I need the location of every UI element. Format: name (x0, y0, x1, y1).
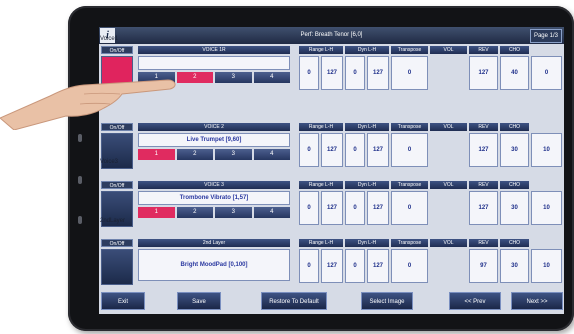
param-header: VOL (430, 46, 467, 54)
tablet-side-button (78, 176, 82, 184)
param-value[interactable]: 127 (469, 133, 498, 167)
param-value[interactable]: 127 (367, 133, 389, 167)
page-indicator: Page 1/3 (529, 29, 562, 43)
param-value[interactable]: 0 (391, 56, 428, 90)
param-header: REV (469, 46, 498, 54)
param-value[interactable]: 127 (367, 56, 389, 90)
param-value[interactable]: 127 (367, 249, 389, 283)
param-value[interactable]: 10 (531, 249, 562, 283)
part-tab[interactable]: 3 (215, 72, 252, 83)
param-value[interactable]: 0 (345, 249, 365, 283)
param-header: Dyn L-H (345, 123, 389, 131)
voice-row: On/Off VOICE 2 Live Trumpet [9,60] 1 2 3 4 Rang… (99, 123, 564, 177)
section-label: Voice3 (100, 159, 119, 165)
part-tab[interactable]: 4 (253, 72, 290, 83)
param-header: Dyn L-H (345, 181, 389, 189)
param-header: Transpose (391, 239, 428, 247)
part-tab[interactable]: 2 (176, 72, 213, 83)
param-value[interactable]: 127 (321, 133, 343, 167)
param-value[interactable]: 10 (531, 191, 562, 225)
param-header: REV (469, 181, 498, 189)
param-header: Transpose (391, 123, 428, 131)
tablet-side-button (78, 216, 82, 224)
param-header: Range L-H (299, 46, 343, 54)
onoff-label: On/Off (101, 239, 133, 247)
param-header: Range L-H (299, 123, 343, 131)
param-value[interactable]: 30 (500, 133, 529, 167)
param-value[interactable]: 30 (500, 249, 529, 283)
param-value[interactable]: 127 (321, 56, 343, 90)
part-tab[interactable]: 1 (138, 149, 175, 160)
param-value[interactable]: 0 (299, 249, 319, 283)
param-header: Range L-H (299, 239, 343, 247)
voice-row: On/Off VOICE 3 Trombone Vibrato [1,57] 1 2 3 4… (99, 181, 564, 235)
param-value[interactable]: 0 (299, 133, 319, 167)
section-label: Voice1 (100, 36, 119, 42)
param-value[interactable]: 127 (321, 191, 343, 225)
param-header: CHO (500, 123, 529, 131)
part-tabs: 1234 (138, 207, 290, 218)
param-value[interactable]: 0 (531, 56, 562, 90)
prev-page-button[interactable]: << Prev (449, 292, 501, 310)
param-value[interactable]: 0 (391, 191, 428, 225)
param-header: Transpose (391, 46, 428, 54)
param-value[interactable]: 127 (321, 249, 343, 283)
part-tab[interactable]: 4 (253, 207, 290, 218)
param-header: Dyn L-H (345, 46, 389, 54)
voice-header: VOICE 3 (138, 181, 290, 189)
restore-default-button[interactable]: Restore To Default (261, 292, 327, 310)
param-value[interactable]: 0 (299, 191, 319, 225)
part-tab[interactable]: 1 (138, 207, 175, 218)
select-image-button[interactable]: Select Image (361, 292, 413, 310)
onoff-label: On/Off (101, 46, 133, 54)
param-value[interactable]: 127 (469, 56, 498, 90)
param-header: Range L-H (299, 181, 343, 189)
param-header: CHO (500, 181, 529, 189)
param-value[interactable]: 0 (345, 133, 365, 167)
param-header: VOL (430, 239, 467, 247)
param-value[interactable]: 40 (500, 56, 529, 90)
param-header: REV (469, 239, 498, 247)
param-header: Transpose (391, 181, 428, 189)
title-bar: i Perf: Breath Tenor [6,0] Page 1/3 (99, 27, 564, 44)
part-tab[interactable]: 2 (176, 207, 213, 218)
param-value[interactable]: 97 (469, 249, 498, 283)
param-header: CHO (500, 46, 529, 54)
voice-header: VOICE 1R (138, 46, 290, 54)
param-value[interactable]: 127 (469, 191, 498, 225)
onoff-toggle[interactable] (101, 249, 133, 285)
next-page-button[interactable]: Next >> (511, 292, 563, 310)
part-tab[interactable]: 4 (253, 149, 290, 160)
param-value[interactable]: 0 (391, 249, 428, 283)
param-value[interactable]: 30 (500, 191, 529, 225)
pointing-hand (0, 79, 176, 130)
param-header: REV (469, 123, 498, 131)
part-tabs: 1234 (138, 149, 290, 160)
voice-name-field[interactable]: Live Trumpet [9,60] (138, 133, 290, 147)
part-tab[interactable]: 3 (215, 149, 252, 160)
tablet-side-button (78, 134, 82, 142)
part-tab[interactable]: 3 (215, 207, 252, 218)
param-value[interactable]: 0 (345, 191, 365, 225)
voice-name-field[interactable]: Trombone Vibrato [1,57] (138, 191, 290, 205)
param-header: Dyn L-H (345, 239, 389, 247)
voice-header: 2nd Layer (138, 239, 290, 247)
param-header: VOL (430, 123, 467, 131)
param-header: VOL (430, 181, 467, 189)
param-value[interactable]: 0 (391, 133, 428, 167)
param-value[interactable]: 127 (367, 191, 389, 225)
voice-name-field[interactable] (138, 56, 290, 70)
param-value[interactable]: 0 (299, 56, 319, 90)
voice-row: On/Off 2nd Layer Bright MoodPad [0,100] Ran… (99, 239, 564, 293)
performance-title: Perf: Breath Tenor [6,0] (300, 32, 363, 38)
part-tab[interactable]: 2 (176, 149, 213, 160)
voice-name-field[interactable]: Bright MoodPad [0,100] (138, 249, 290, 281)
onoff-label: On/Off (101, 181, 133, 189)
section-label: 2ndLayer (100, 218, 126, 224)
param-value[interactable]: 10 (531, 133, 562, 167)
exit-button[interactable]: Exit (101, 292, 145, 310)
save-button[interactable]: Save (177, 292, 221, 310)
param-value[interactable]: 0 (345, 56, 365, 90)
param-header: CHO (500, 239, 529, 247)
